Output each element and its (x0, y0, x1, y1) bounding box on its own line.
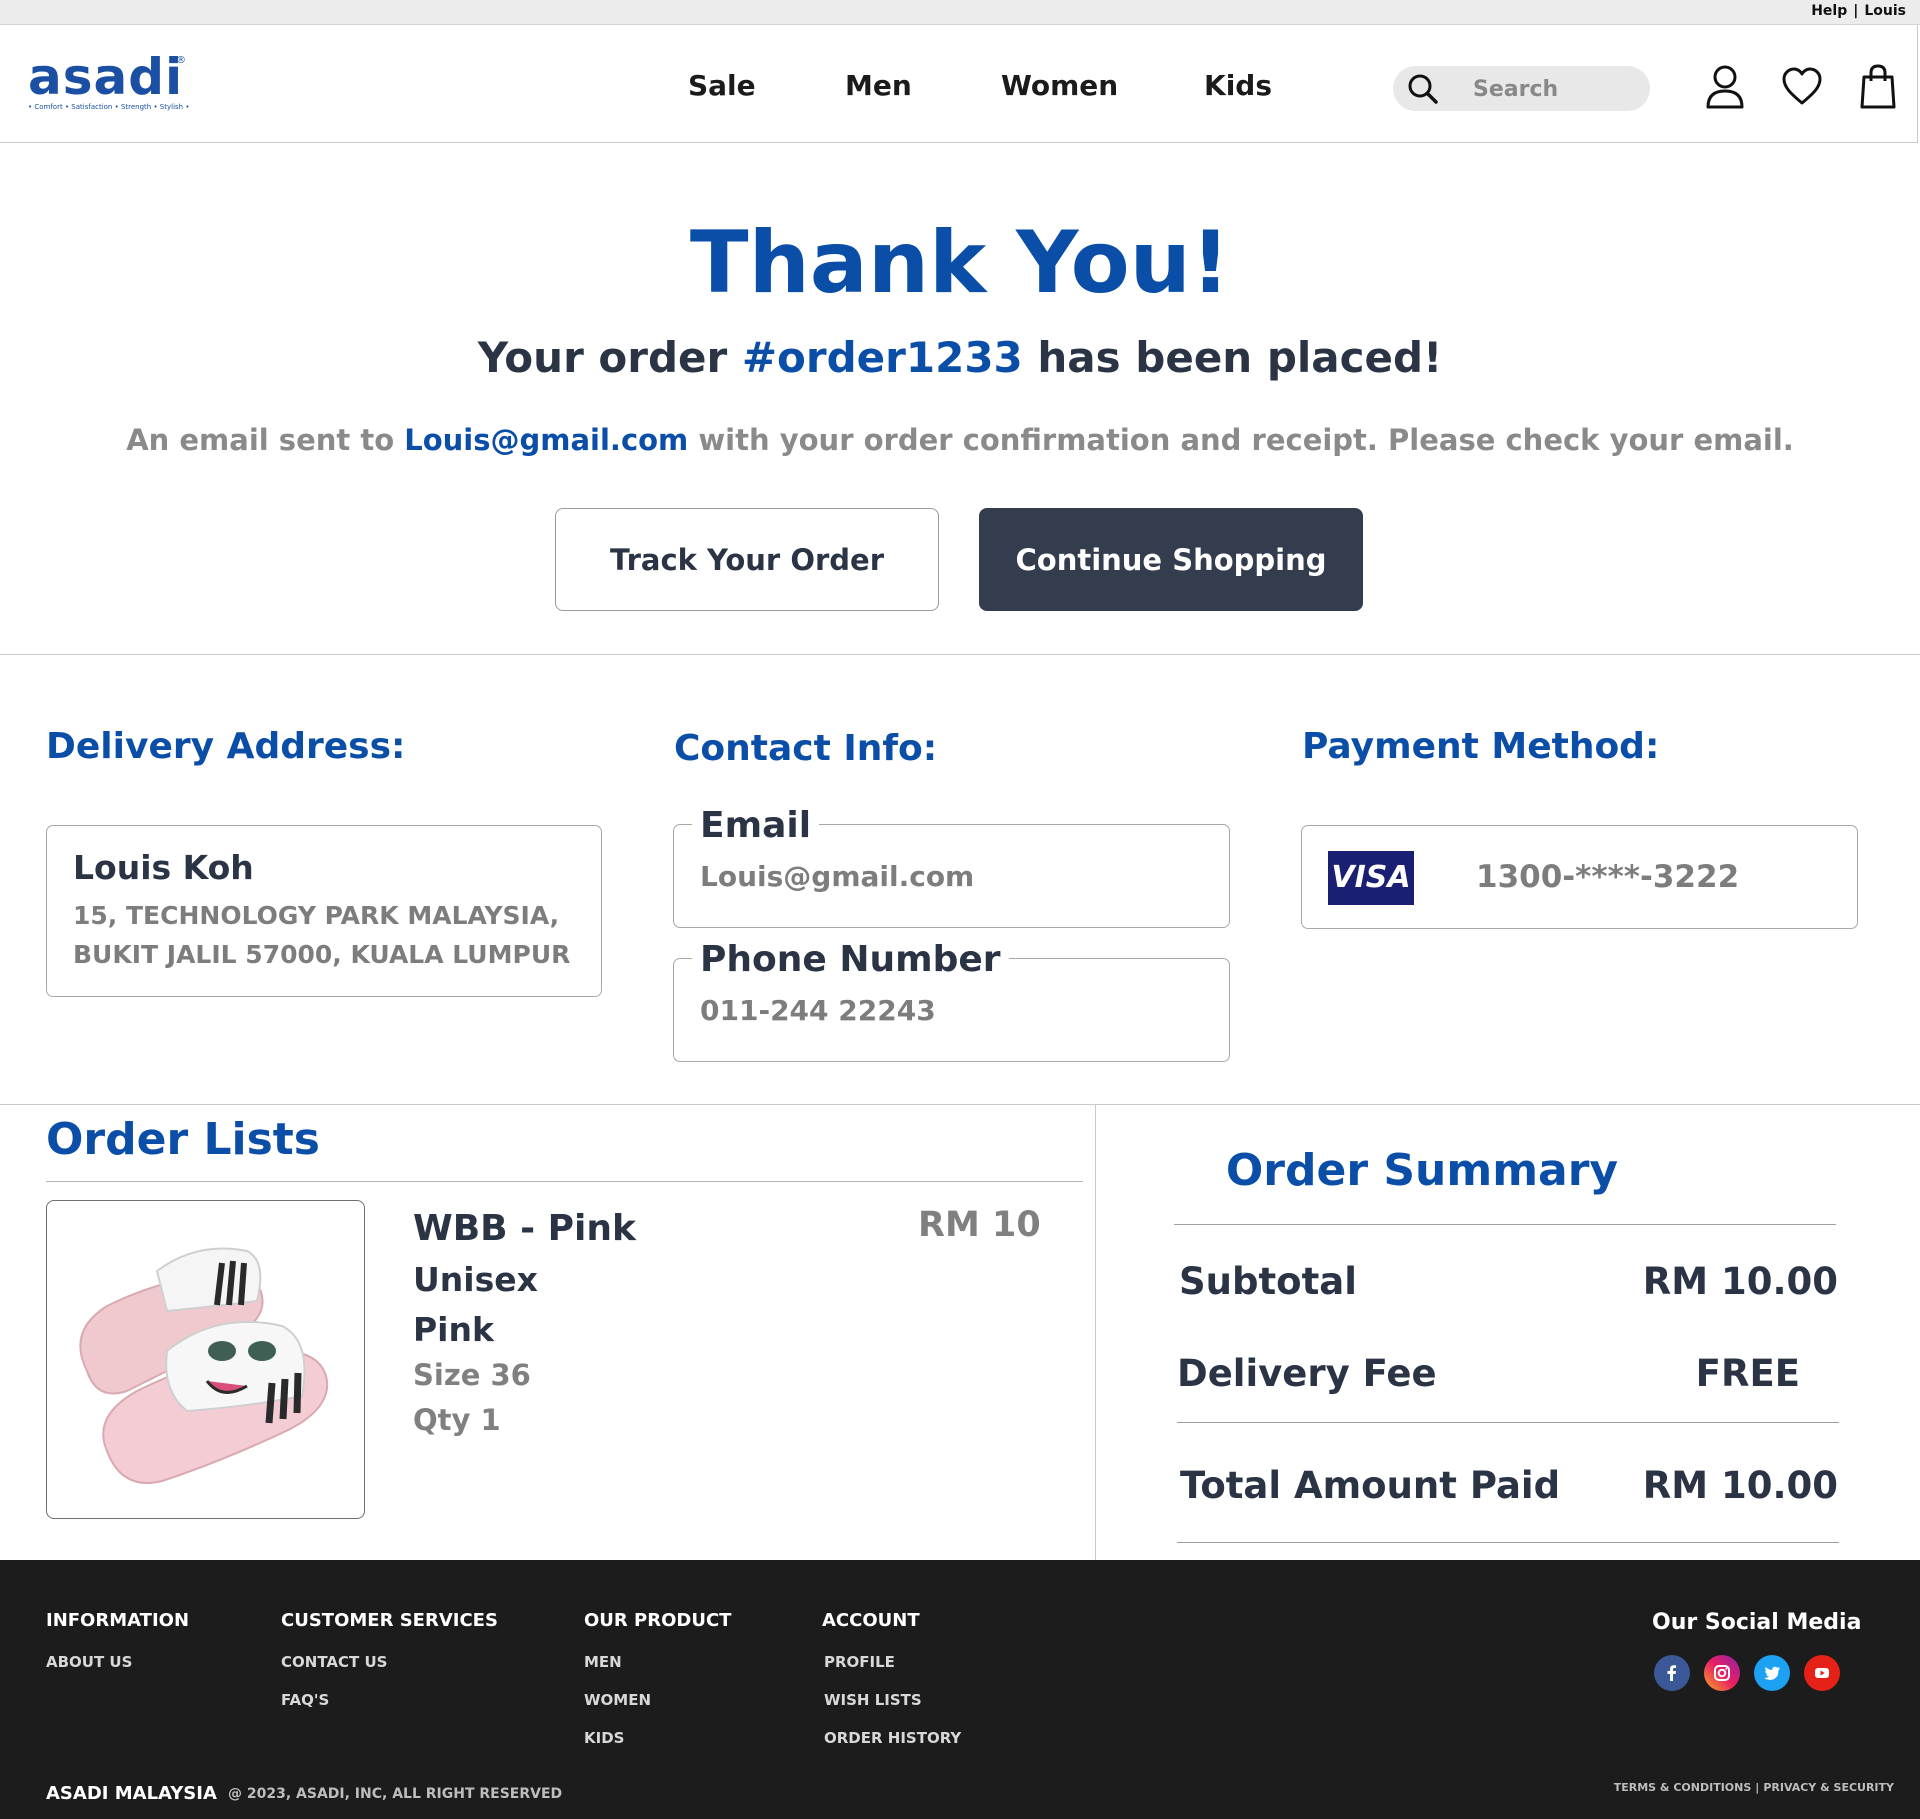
footer-link-kids[interactable]: KIDS (584, 1729, 624, 1747)
instagram-icon[interactable] (1704, 1655, 1740, 1691)
nav-item-men[interactable]: Men (845, 69, 912, 102)
email-field: Email Louis@gmail.com (673, 805, 1230, 928)
email-suffix-text: with your order confirmation and receipt… (698, 423, 1794, 457)
total-paid-label: Total Amount Paid (1180, 1464, 1561, 1507)
payment-card: VISA 1300-****-3222 (1301, 825, 1858, 929)
site-header: asadi ® • Comfort • Satisfaction • Stren… (0, 25, 1918, 143)
footer-heading-customer-services: CUSTOMER SERVICES (281, 1610, 498, 1631)
user-name-link[interactable]: Louis (1864, 3, 1906, 19)
utility-links: Help | Louis (1811, 3, 1906, 19)
summary-divider-top (1174, 1224, 1836, 1225)
order-placed-message: Your order #order1233 has been placed! (0, 333, 1920, 382)
footer-link-women[interactable]: WOMEN (584, 1691, 651, 1709)
total-paid-value: RM 10.00 (1642, 1464, 1838, 1507)
recipient-name: Louis Koh (73, 848, 254, 887)
phone-field: Phone Number 011-244 22243 (673, 939, 1230, 1062)
top-utility-bar: Help | Louis (0, 0, 1920, 25)
logo-wordmark: asadi (28, 48, 184, 106)
logo-tagline: • Comfort • Satisfaction • Strength • St… (28, 103, 190, 111)
nav-item-sale[interactable]: Sale (688, 69, 756, 102)
nav-item-kids[interactable]: Kids (1204, 69, 1272, 102)
logo-registered-mark: ® (176, 55, 186, 66)
email-field-value: Louis@gmail.com (700, 860, 975, 893)
help-link[interactable]: Help (1811, 3, 1847, 19)
order-summary-title: Order Summary (1225, 1145, 1619, 1196)
brand-logo[interactable]: asadi ® • Comfort • Satisfaction • Stren… (28, 51, 198, 111)
footer-link-contact-us[interactable]: CONTACT US (281, 1653, 387, 1671)
payment-method-title: Payment Method: (1302, 726, 1660, 767)
summary-divider-middle (1177, 1422, 1839, 1423)
delivery-fee-label: Delivery Fee (1177, 1352, 1437, 1395)
product-color: Pink (413, 1310, 494, 1349)
continue-shopping-button[interactable]: Continue Shopping (979, 508, 1363, 611)
thank-you-title: Thank You! (689, 213, 1231, 313)
email-confirmation-message: An email sent to Louis@gmail.com with yo… (0, 423, 1920, 457)
footer-link-about-us[interactable]: ABOUT US (46, 1653, 132, 1671)
legal-separator: | (1755, 1781, 1760, 1794)
phone-field-label: Phone Number (692, 939, 1009, 980)
footer-heading-our-product: OUR PRODUCT (584, 1610, 732, 1631)
footer-link-order-history[interactable]: ORDER HISTORY (824, 1729, 961, 1747)
youtube-icon[interactable] (1804, 1655, 1840, 1691)
order-details-section: Delivery Address: Louis Koh 15, TECHNOLO… (0, 655, 1920, 1105)
nav-item-women[interactable]: Women (1001, 69, 1118, 102)
footer-copyright: @ 2023, ASADI, INC, ALL RIGHT RESERVED (228, 1786, 563, 1802)
phone-field-value: 011-244 22243 (700, 994, 936, 1027)
footer-legal-links: TERMS & CONDITIONS | PRIVACY & SECURITY (1614, 1781, 1894, 1794)
pink-slide-sandal-icon (79, 1247, 329, 1484)
footer-link-men[interactable]: MEN (584, 1653, 622, 1671)
heart-icon[interactable] (1780, 63, 1824, 111)
thank-you-section: Thank You! Your order #order1233 has bee… (0, 143, 1920, 655)
subtotal-label: Subtotal (1179, 1260, 1357, 1303)
product-quantity: Qty 1 (413, 1403, 501, 1437)
contact-info-title: Contact Info: (674, 728, 938, 769)
delivery-fee-value: FREE (1695, 1352, 1800, 1395)
footer-link-wish-lists[interactable]: WISH LISTS (824, 1691, 922, 1709)
user-icon[interactable] (1703, 63, 1747, 111)
product-gender: Unisex (413, 1260, 538, 1299)
footer-heading-account: ACCOUNT (822, 1610, 920, 1631)
footer-brand-name: ASADI MALAYSIA (46, 1783, 217, 1804)
product-image[interactable] (46, 1200, 365, 1519)
summary-divider-bottom (1177, 1542, 1839, 1543)
order-suffix-text: has been placed! (1037, 333, 1443, 382)
search-bar[interactable] (1393, 66, 1650, 111)
address-line-1: 15, TECHNOLOGY PARK MALAYSIA, (73, 901, 560, 930)
product-price: RM 10 (918, 1205, 1041, 1245)
order-prefix-text: Your order (477, 333, 728, 382)
product-name[interactable]: WBB - Pink (413, 1208, 636, 1249)
email-prefix-text: An email sent to (126, 423, 395, 457)
footer-link-profile[interactable]: PROFILE (824, 1653, 895, 1671)
order-lists-title: Order Lists (46, 1114, 320, 1165)
utility-separator: | (1853, 3, 1859, 19)
order-summary-section: Order Summary Subtotal RM 10.00 Delivery… (1097, 1105, 1920, 1560)
footer-link-faqs[interactable]: FAQ'S (281, 1691, 329, 1709)
delivery-address-card: Louis Koh 15, TECHNOLOGY PARK MALAYSIA, … (46, 825, 602, 997)
delivery-address-title: Delivery Address: (46, 726, 406, 767)
email-field-label: Email (692, 805, 820, 846)
facebook-icon[interactable] (1654, 1655, 1690, 1691)
order-lists-section: Order Lists WBB - Pink Unisex Pink Size … (0, 1105, 1096, 1560)
visa-card-icon: VISA (1328, 851, 1414, 905)
twitter-icon[interactable] (1754, 1655, 1790, 1691)
order-lists-divider (46, 1181, 1083, 1182)
confirmation-email: Louis@gmail.com (404, 423, 689, 457)
track-order-button[interactable]: Track Your Order (555, 508, 939, 611)
social-media-title: Our Social Media (1652, 1610, 1862, 1635)
shopping-bag-icon[interactable] (1856, 63, 1900, 111)
privacy-link[interactable]: PRIVACY & SECURITY (1763, 1781, 1894, 1794)
address-line-2: BUKIT JALIL 57000, KUALA LUMPUR (73, 940, 571, 969)
card-number: 1300-****-3222 (1476, 859, 1740, 895)
site-footer: INFORMATION ABOUT US CUSTOMER SERVICES C… (0, 1560, 1920, 1819)
search-input[interactable] (1473, 74, 1633, 104)
search-icon[interactable] (1407, 73, 1439, 105)
footer-heading-information: INFORMATION (46, 1610, 190, 1631)
product-size: Size 36 (413, 1358, 531, 1392)
order-number: #order1233 (741, 333, 1023, 382)
terms-link[interactable]: TERMS & CONDITIONS (1614, 1781, 1752, 1794)
subtotal-value: RM 10.00 (1642, 1260, 1838, 1303)
